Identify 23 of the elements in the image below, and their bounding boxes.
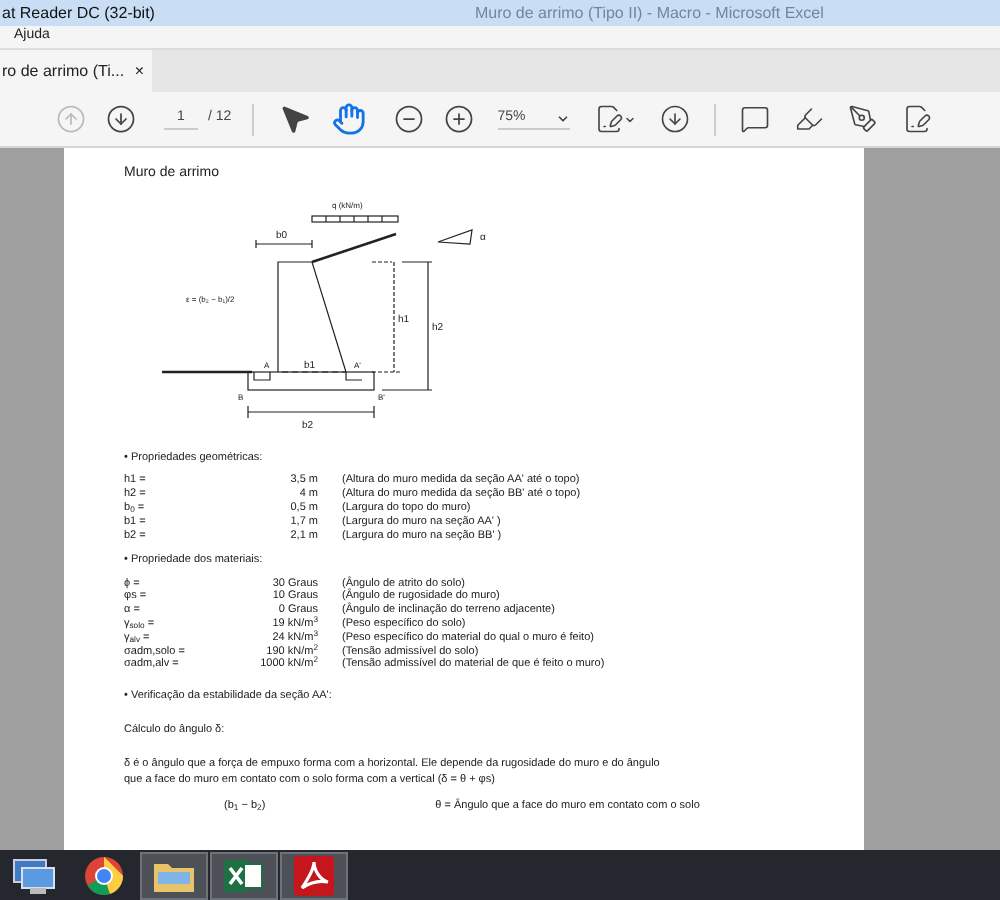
caret-icon	[555, 111, 570, 125]
fit-page-button[interactable]	[593, 104, 636, 134]
spreadsheet-icon	[224, 855, 264, 895]
computer-icon	[12, 855, 56, 895]
sign-button[interactable]	[847, 104, 878, 134]
taskbar-button[interactable]	[140, 851, 208, 899]
zoom-in-button[interactable]	[443, 104, 474, 134]
window-title: at Reader DC (32-bit)	[0, 1, 155, 25]
taskbar-button[interactable]	[280, 851, 348, 899]
tab-close-button[interactable]: ×	[134, 59, 144, 83]
document-tab[interactable]: ro de arrimo (Ti... ×	[0, 50, 152, 92]
taskbar-button[interactable]	[210, 851, 278, 899]
next-page-button[interactable]	[106, 104, 136, 134]
zoom-out-button[interactable]	[393, 104, 424, 134]
hand-tool-button[interactable]	[327, 98, 370, 140]
caret-icon	[623, 113, 636, 125]
fill-sign-button[interactable]	[901, 104, 932, 134]
browser-icon	[84, 855, 124, 895]
scroll-mode-button[interactable]	[659, 104, 690, 134]
highlight-button[interactable]	[793, 104, 824, 134]
pdf-icon	[294, 855, 334, 895]
background-window-title: Muro de arrimo (Tipo II) - Macro - Microsoft Excel	[474, 1, 824, 25]
comment-button[interactable]	[739, 104, 770, 134]
